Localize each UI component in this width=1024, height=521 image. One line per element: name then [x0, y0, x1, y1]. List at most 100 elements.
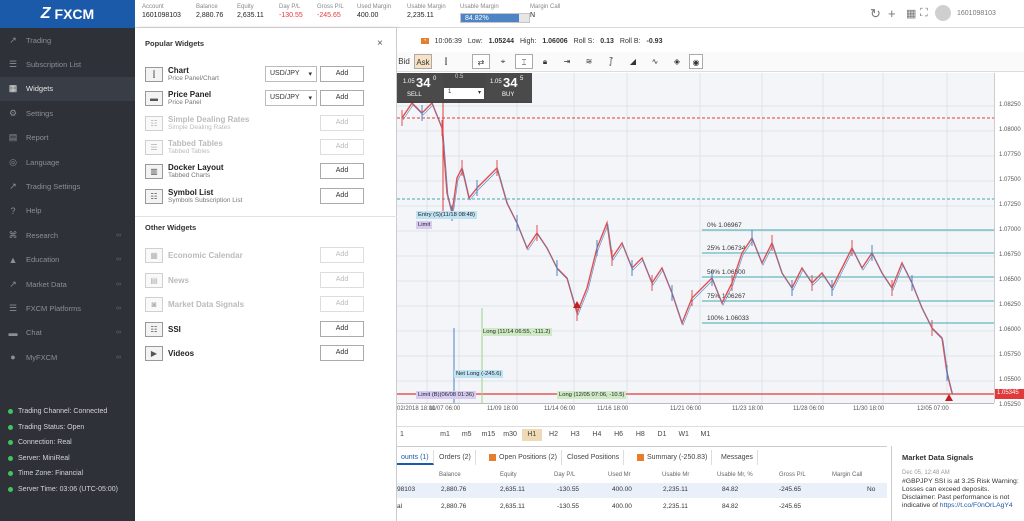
user-id[interactable]: 1601098103	[957, 10, 996, 17]
widget-name: Tabbed Tables	[168, 138, 223, 148]
crosshair-icon[interactable]: ⌖	[496, 54, 510, 69]
gross-pl-field: Gross P/L -245.65	[317, 4, 344, 26]
bid-button[interactable]: Bid	[397, 54, 411, 69]
price-tick-label: 1.05500	[999, 377, 1021, 383]
sidebar-item-widgets[interactable]: ▦ Widgets	[0, 76, 135, 101]
sidebar-item-settings[interactable]: ⚙ Settings	[0, 101, 135, 125]
status-dot-icon	[8, 455, 13, 461]
timeframe-h4[interactable]: H4	[587, 429, 607, 441]
tab-closed-positions[interactable]: Closed Positions	[563, 450, 625, 465]
lock-icon[interactable]: 🔒︎	[538, 54, 552, 69]
trade-label[interactable]: Long (11/14 06:55, -111.2)	[481, 328, 553, 336]
fxcm-logo[interactable]: Z FXCM	[0, 0, 135, 28]
order-icon[interactable]: ⇥	[560, 54, 574, 69]
timeframe-h6[interactable]: H6	[609, 429, 629, 441]
avatar-icon[interactable]	[935, 5, 951, 21]
timeframe-h1[interactable]: H1	[521, 429, 542, 441]
tab-ounts-[interactable]: ounts (1)	[397, 450, 434, 465]
tab-summary-[interactable]: Summary (-250.83)	[633, 450, 713, 465]
balance-value: 2,880.76	[196, 12, 224, 19]
camera-icon[interactable]: ◉	[689, 54, 703, 69]
timeframe-m1[interactable]: m1	[435, 429, 455, 441]
add-price-panel-button[interactable]: Add	[320, 90, 364, 107]
timeframe-m5[interactable]: m5	[457, 429, 477, 441]
timeframe-m15[interactable]: m15	[478, 429, 498, 441]
add-ssi-button[interactable]: Add	[320, 320, 364, 337]
price-axis: 1.08250 1.08000 1.07750 1.07500 1.07250 1.070…	[994, 73, 1024, 458]
status-line: Server Time: 03:06 (UTC-05:00)	[8, 486, 118, 493]
signal-link[interactable]: https://t.co/F0nOrLAgY4	[940, 502, 1013, 509]
status-dot-icon	[8, 471, 13, 476]
sidebar-item-research[interactable]: ⌘ Research ∞	[0, 223, 135, 247]
add-chart-button[interactable]: Add	[320, 66, 364, 82]
sidebar-item-help[interactable]: ? Help	[0, 199, 135, 223]
trade-label[interactable]: Net Long (-245.6)	[454, 370, 504, 378]
trade-label[interactable]: Limit	[416, 221, 433, 229]
sell-button[interactable]: 1.05 34 0 SELL	[397, 73, 443, 101]
timeframe-h2[interactable]: H2	[544, 429, 564, 441]
symbol-list-icon: ☷	[145, 188, 163, 204]
sidebar-item-chat[interactable]: ▬ Chat ∞	[0, 321, 135, 345]
trade-label[interactable]: Limit (B)(06/08 01:36)	[416, 391, 477, 399]
sidebar-item-market-data[interactable]: ↗ Market Data ∞	[0, 272, 135, 296]
sidebar-item-trading-settings[interactable]: ↗ Trading Settings	[0, 174, 135, 198]
tab-messages[interactable]: Messages	[717, 450, 758, 465]
widget-subtitle: Symbols Subscription List	[168, 196, 243, 204]
ask-button[interactable]: Ask	[414, 54, 432, 69]
tab-orange-icon	[637, 453, 644, 461]
sidebar-item-trading[interactable]: ↗ Trading	[0, 28, 135, 52]
mountain-icon[interactable]: ◢	[626, 54, 640, 69]
indicator-icon[interactable]: ≋	[582, 54, 596, 69]
cursor-icon[interactable]: ⌶	[515, 54, 533, 69]
add-docker-layout-button[interactable]: Add	[320, 163, 364, 180]
buy-button[interactable]: 1.05 34 5 BUY	[486, 73, 532, 101]
layers-icon[interactable]: ◈	[670, 54, 684, 69]
expand-icon[interactable]: ⛶	[920, 7, 928, 20]
sidebar-item-myfxcm[interactable]: ● MyFXCM ∞	[0, 345, 135, 369]
timeframe-h3[interactable]: H3	[565, 429, 585, 441]
day-pl-field: Day P/L -130.55	[279, 4, 303, 26]
compare-icon[interactable]: ⇄	[472, 54, 490, 69]
chart-rollb-label: Roll B:	[619, 37, 641, 45]
widget-row-symbol-list: ☷ Symbol List Symbols Subscription List Add	[145, 187, 390, 209]
add-videos-button[interactable]: Add	[320, 345, 364, 361]
widget-row-market-data-signals: ◙ Market Data Signals Add	[145, 295, 390, 317]
table-header: Used Mr	[608, 472, 631, 478]
table-row[interactable]: al 2,880.76 2,635.11 -130.55 400.00 2,235.11 8…	[397, 500, 887, 515]
timeframe-h8[interactable]: H8	[630, 429, 650, 441]
sidebar-item-subscription-list[interactable]: ☰ Subscription List	[0, 52, 135, 76]
symbol-select[interactable]: USD/JPY ▾	[265, 90, 317, 107]
add-symbol-list-button[interactable]: Add	[320, 187, 364, 204]
layout-icon[interactable]: ▦	[906, 7, 916, 20]
tab-orders-[interactable]: Orders (2)	[435, 450, 476, 465]
trade-label[interactable]: Entry (S)(11/18 08:48)	[416, 211, 477, 219]
plus-icon[interactable]: +	[888, 6, 896, 21]
close-icon[interactable]: ×	[377, 38, 383, 49]
sidebar-item-language[interactable]: ◎ Language	[0, 150, 135, 174]
timeframe-1[interactable]: 1	[397, 429, 407, 441]
sidebar-item-report[interactable]: ▤ Report	[0, 126, 135, 150]
wave-icon[interactable]: ∿	[648, 54, 662, 69]
trade-label[interactable]: Long (12/05 07:06, -10.5)	[557, 391, 627, 399]
timeframe-m30[interactable]: m30	[500, 429, 520, 441]
symbol-select[interactable]: USD/JPY ▾	[265, 66, 317, 82]
candle-type-icon[interactable]: ⫿	[439, 54, 453, 69]
timeframe-w1[interactable]: W1	[674, 429, 694, 441]
other-widgets-title: Other Widgets	[145, 223, 197, 232]
drawing-icon[interactable]: ⨛	[604, 54, 618, 69]
accounts-panel: ounts (1) Orders (2) Open Positions (2) Clo…	[397, 446, 887, 521]
status-text: Trading Channel: Connected	[18, 408, 108, 415]
quantity-select[interactable]: 1 ▾	[444, 88, 484, 99]
table-cell: 2,635.11	[500, 486, 525, 493]
status-dot-icon	[8, 440, 13, 445]
price-chart[interactable]: 0% 1.06967 25% 1.06734 50% 1.06500 75% 1.06…	[397, 73, 994, 457]
chevron-down-icon: ▾	[308, 95, 312, 103]
sidebar-item-fxcm-platforms[interactable]: ☰ FXCM Platforms ∞	[0, 296, 135, 320]
timeframe-m1[interactable]: M1	[695, 429, 715, 441]
time-tick-label: 11/30 18:00	[853, 406, 885, 412]
tab-open-positions-[interactable]: Open Positions (2)	[485, 450, 562, 465]
refresh-icon[interactable]: ↻	[870, 6, 881, 22]
timeframe-d1[interactable]: D1	[652, 429, 672, 441]
table-row[interactable]: 98103 2,880.76 2,635.11 -130.55 400.00 2,235.…	[397, 483, 887, 498]
sidebar-item-education[interactable]: ▲ Education ∞	[0, 248, 135, 272]
